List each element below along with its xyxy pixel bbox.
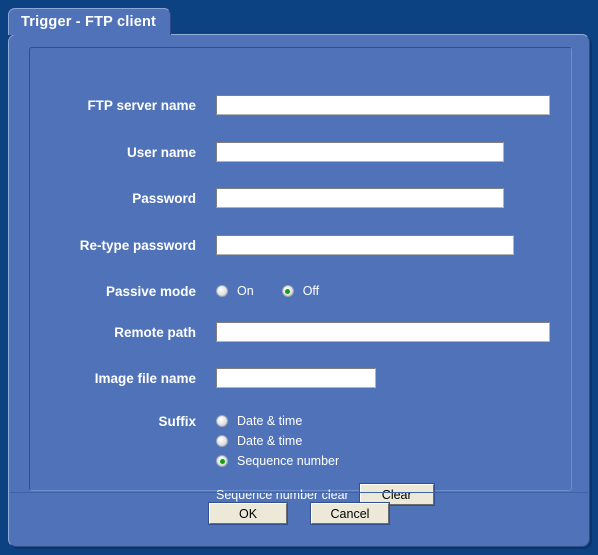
- ftp-server-name-input[interactable]: [216, 95, 550, 115]
- label-sequence-number-clear: Sequence number clear: [216, 487, 349, 502]
- dialog-title-text: Trigger - FTP client: [21, 14, 157, 30]
- user-name-input[interactable]: [216, 142, 504, 162]
- radio-selected-icon[interactable]: [281, 285, 294, 297]
- field-row-remote-path: Remote path: [9, 320, 589, 344]
- passive-mode-option-off-label: Off: [302, 284, 320, 298]
- passive-mode-option-off[interactable]: Off: [281, 284, 320, 298]
- field-row-ftp-server-name: FTP server name: [9, 93, 589, 117]
- label-retype-password: Re-type password: [79, 237, 196, 253]
- label-user-name: User name: [126, 144, 196, 160]
- ok-button[interactable]: OK: [209, 503, 287, 524]
- field-row-retype-password: Re-type password: [9, 233, 589, 257]
- clear-button[interactable]: Clear: [359, 484, 434, 505]
- suffix-option-date-time-2-label: Date & time: [237, 434, 303, 448]
- label-password: Password: [132, 190, 196, 206]
- passive-mode-option-on-label: On: [237, 284, 254, 298]
- remote-path-input[interactable]: [216, 322, 550, 342]
- password-input[interactable]: [216, 188, 504, 208]
- cancel-button[interactable]: Cancel: [311, 503, 389, 524]
- sequence-number-clear-row: Sequence number clear Clear: [216, 484, 434, 505]
- passive-mode-radio-group: On Off: [216, 284, 347, 298]
- suffix-option-sequence-number-label: Sequence number: [237, 454, 340, 468]
- label-remote-path: Remote path: [114, 324, 196, 340]
- suffix-option-date-time-1-label: Date & time: [237, 414, 303, 428]
- radio-selected-icon[interactable]: [216, 455, 228, 467]
- passive-mode-option-on[interactable]: On: [216, 284, 254, 298]
- radio-unselected-icon[interactable]: [216, 435, 228, 447]
- label-ftp-server-name: FTP server name: [87, 97, 196, 113]
- label-suffix: Suffix: [158, 414, 196, 429]
- field-row-user-name: User name: [9, 140, 589, 164]
- field-row-password: Password: [9, 186, 589, 210]
- footer-divider: [10, 492, 588, 493]
- image-file-name-input[interactable]: [216, 368, 376, 388]
- suffix-option-sequence-number[interactable]: Sequence number: [216, 454, 339, 468]
- field-row-suffix: Suffix Date & time Date & time Sequence …: [9, 414, 589, 505]
- field-row-passive-mode: Passive mode On Off: [9, 279, 589, 303]
- radio-unselected-icon[interactable]: [216, 285, 228, 297]
- suffix-option-date-time-1[interactable]: Date & time: [216, 414, 339, 428]
- label-passive-mode: Passive mode: [105, 283, 196, 299]
- label-image-file-name: Image file name: [94, 370, 196, 386]
- radio-unselected-icon[interactable]: [216, 415, 228, 427]
- field-row-image-file-name: Image file name: [9, 366, 589, 390]
- ftp-client-dialog: FTP server name User name Password Re-ty…: [8, 34, 590, 547]
- suffix-radio-group: Date & time Date & time Sequence number: [216, 414, 339, 474]
- footer-button-bar: OK Cancel: [9, 503, 589, 524]
- retype-password-input[interactable]: [216, 235, 514, 255]
- suffix-option-date-time-2[interactable]: Date & time: [216, 434, 339, 448]
- dialog-title-tab: Trigger - FTP client: [8, 8, 172, 35]
